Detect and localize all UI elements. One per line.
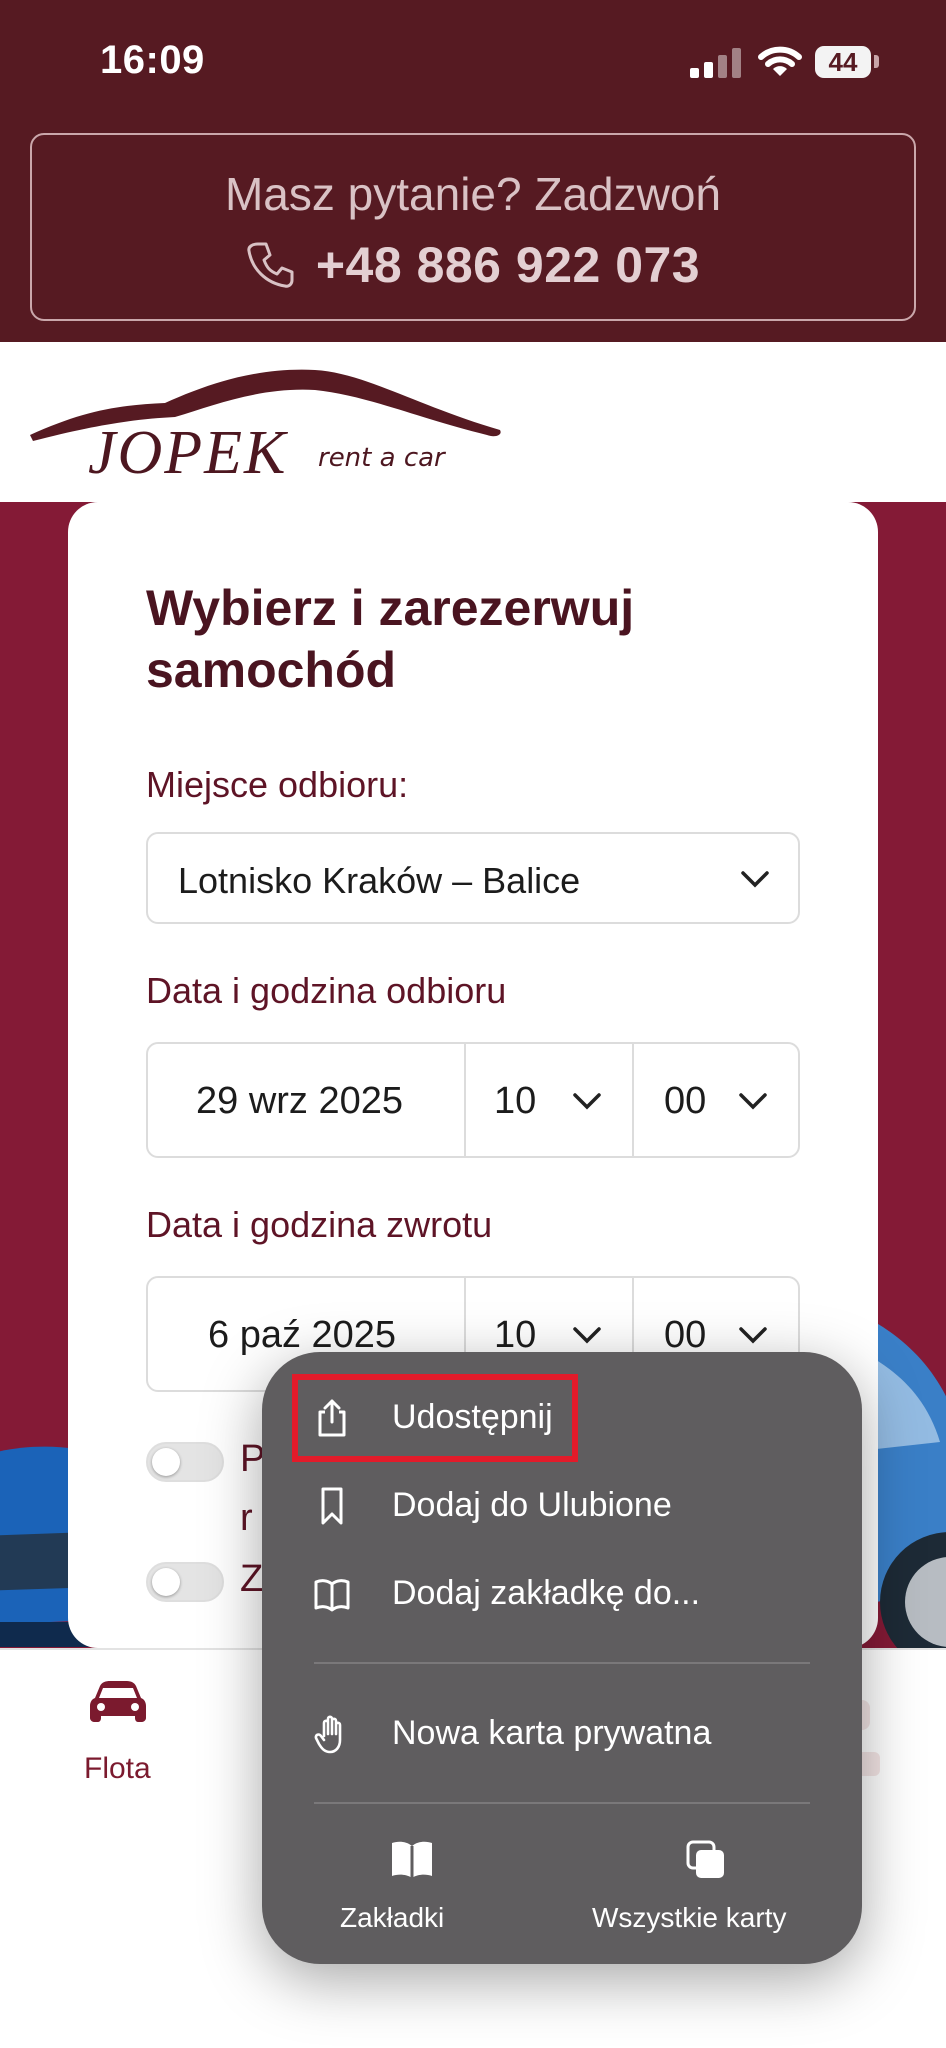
phone-icon — [247, 242, 294, 288]
hand-icon — [314, 1715, 342, 1754]
chevron-down-icon — [573, 1327, 601, 1344]
pickup-hour-select[interactable]: 10 — [466, 1044, 634, 1156]
browser-context-menu: Udostępnij Dodaj do Ulubione Dodaj zakła… — [262, 1352, 862, 1964]
status-bar: 16:09 44 — [0, 0, 946, 125]
option-toggle-1-label-line2: r — [240, 1497, 253, 1539]
toggle-knob — [152, 1568, 180, 1596]
menu-bookmarks-button[interactable]: Zakładki — [322, 1840, 502, 1950]
status-time: 16:09 — [100, 38, 205, 82]
menu-divider — [314, 1802, 810, 1804]
top-banner: 16:09 44 Masz pytanie? Zadzwoń +48 886 9… — [0, 0, 946, 342]
signal-icon — [690, 48, 742, 78]
menu-item-add-bookmark-label: Dodaj zakładkę do... — [392, 1574, 701, 1612]
logo-tagline: rent a car — [318, 443, 445, 473]
option-toggle-1[interactable] — [146, 1442, 224, 1482]
return-dt-label: Data i godzina zwrotu — [146, 1204, 493, 1245]
book-icon — [314, 1579, 350, 1612]
return-minute-value: 00 — [664, 1314, 707, 1356]
call-phone-row[interactable]: +48 886 922 073 — [32, 235, 914, 295]
form-title: Wybierz i zarezerwuj samochód — [146, 580, 635, 698]
toggle-knob — [152, 1448, 180, 1476]
bookmarks-icon — [392, 1841, 432, 1878]
pickup-datetime-row: 29 wrz 2025 10 00 — [146, 1042, 800, 1158]
battery-icon: 44 — [815, 46, 871, 78]
option-toggle-2[interactable] — [146, 1562, 224, 1602]
option-toggle-2-label: Z — [240, 1558, 264, 1600]
pickup-place-select[interactable]: Lotnisko Kraków – Balice — [146, 832, 800, 924]
menu-item-private-tab[interactable]: Nowa karta prywatna — [262, 1690, 862, 1778]
menu-item-add-favorites[interactable]: Dodaj do Ulubione — [262, 1462, 862, 1550]
menu-item-private-tab-label: Nowa karta prywatna — [392, 1714, 712, 1752]
menu-all-tabs-label: Wszystkie karty — [592, 1902, 787, 1933]
menu-all-tabs-button[interactable]: Wszystkie karty — [592, 1840, 842, 1950]
pickup-minute-select[interactable]: 00 — [634, 1044, 800, 1156]
menu-item-add-favorites-label: Dodaj do Ulubione — [392, 1486, 672, 1524]
car-icon — [90, 1681, 146, 1722]
pickup-date-field[interactable]: 29 wrz 2025 — [148, 1044, 466, 1156]
pickup-minute-value: 00 — [664, 1080, 707, 1122]
call-us-box[interactable]: Masz pytanie? Zadzwoń +48 886 922 073 — [30, 133, 916, 321]
chevron-down-icon — [739, 1093, 767, 1110]
chevron-down-icon — [573, 1093, 601, 1110]
wifi-icon — [758, 46, 802, 76]
return-date-value: 6 paź 2025 — [208, 1314, 397, 1356]
chevron-down-icon — [741, 871, 769, 888]
selection-highlight — [292, 1374, 578, 1462]
logo-brand[interactable]: JOPEK — [88, 418, 287, 489]
battery-tip — [874, 55, 879, 68]
pickup-dt-label: Data i godzina odbioru — [146, 970, 507, 1011]
pickup-hour-value: 10 — [494, 1080, 537, 1122]
pickup-place-value: Lotnisko Kraków – Balice — [178, 860, 581, 901]
nav-fleet-label[interactable]: Flota — [84, 1752, 151, 1786]
pickup-date-value: 29 wrz 2025 — [196, 1080, 404, 1122]
battery-level: 44 — [828, 47, 858, 77]
menu-bookmarks-label: Zakładki — [340, 1902, 445, 1933]
bookmark-icon — [321, 1487, 343, 1525]
pickup-place-label: Miejsce odbioru: — [146, 764, 409, 805]
tabs-icon — [686, 1840, 724, 1878]
chevron-down-icon — [739, 1327, 767, 1344]
menu-item-add-bookmark[interactable]: Dodaj zakładkę do... — [262, 1550, 862, 1638]
call-question: Masz pytanie? Zadzwoń — [224, 168, 722, 220]
phone-number[interactable]: +48 886 922 073 — [316, 236, 700, 294]
menu-divider — [314, 1662, 810, 1664]
return-hour-value: 10 — [494, 1314, 537, 1356]
